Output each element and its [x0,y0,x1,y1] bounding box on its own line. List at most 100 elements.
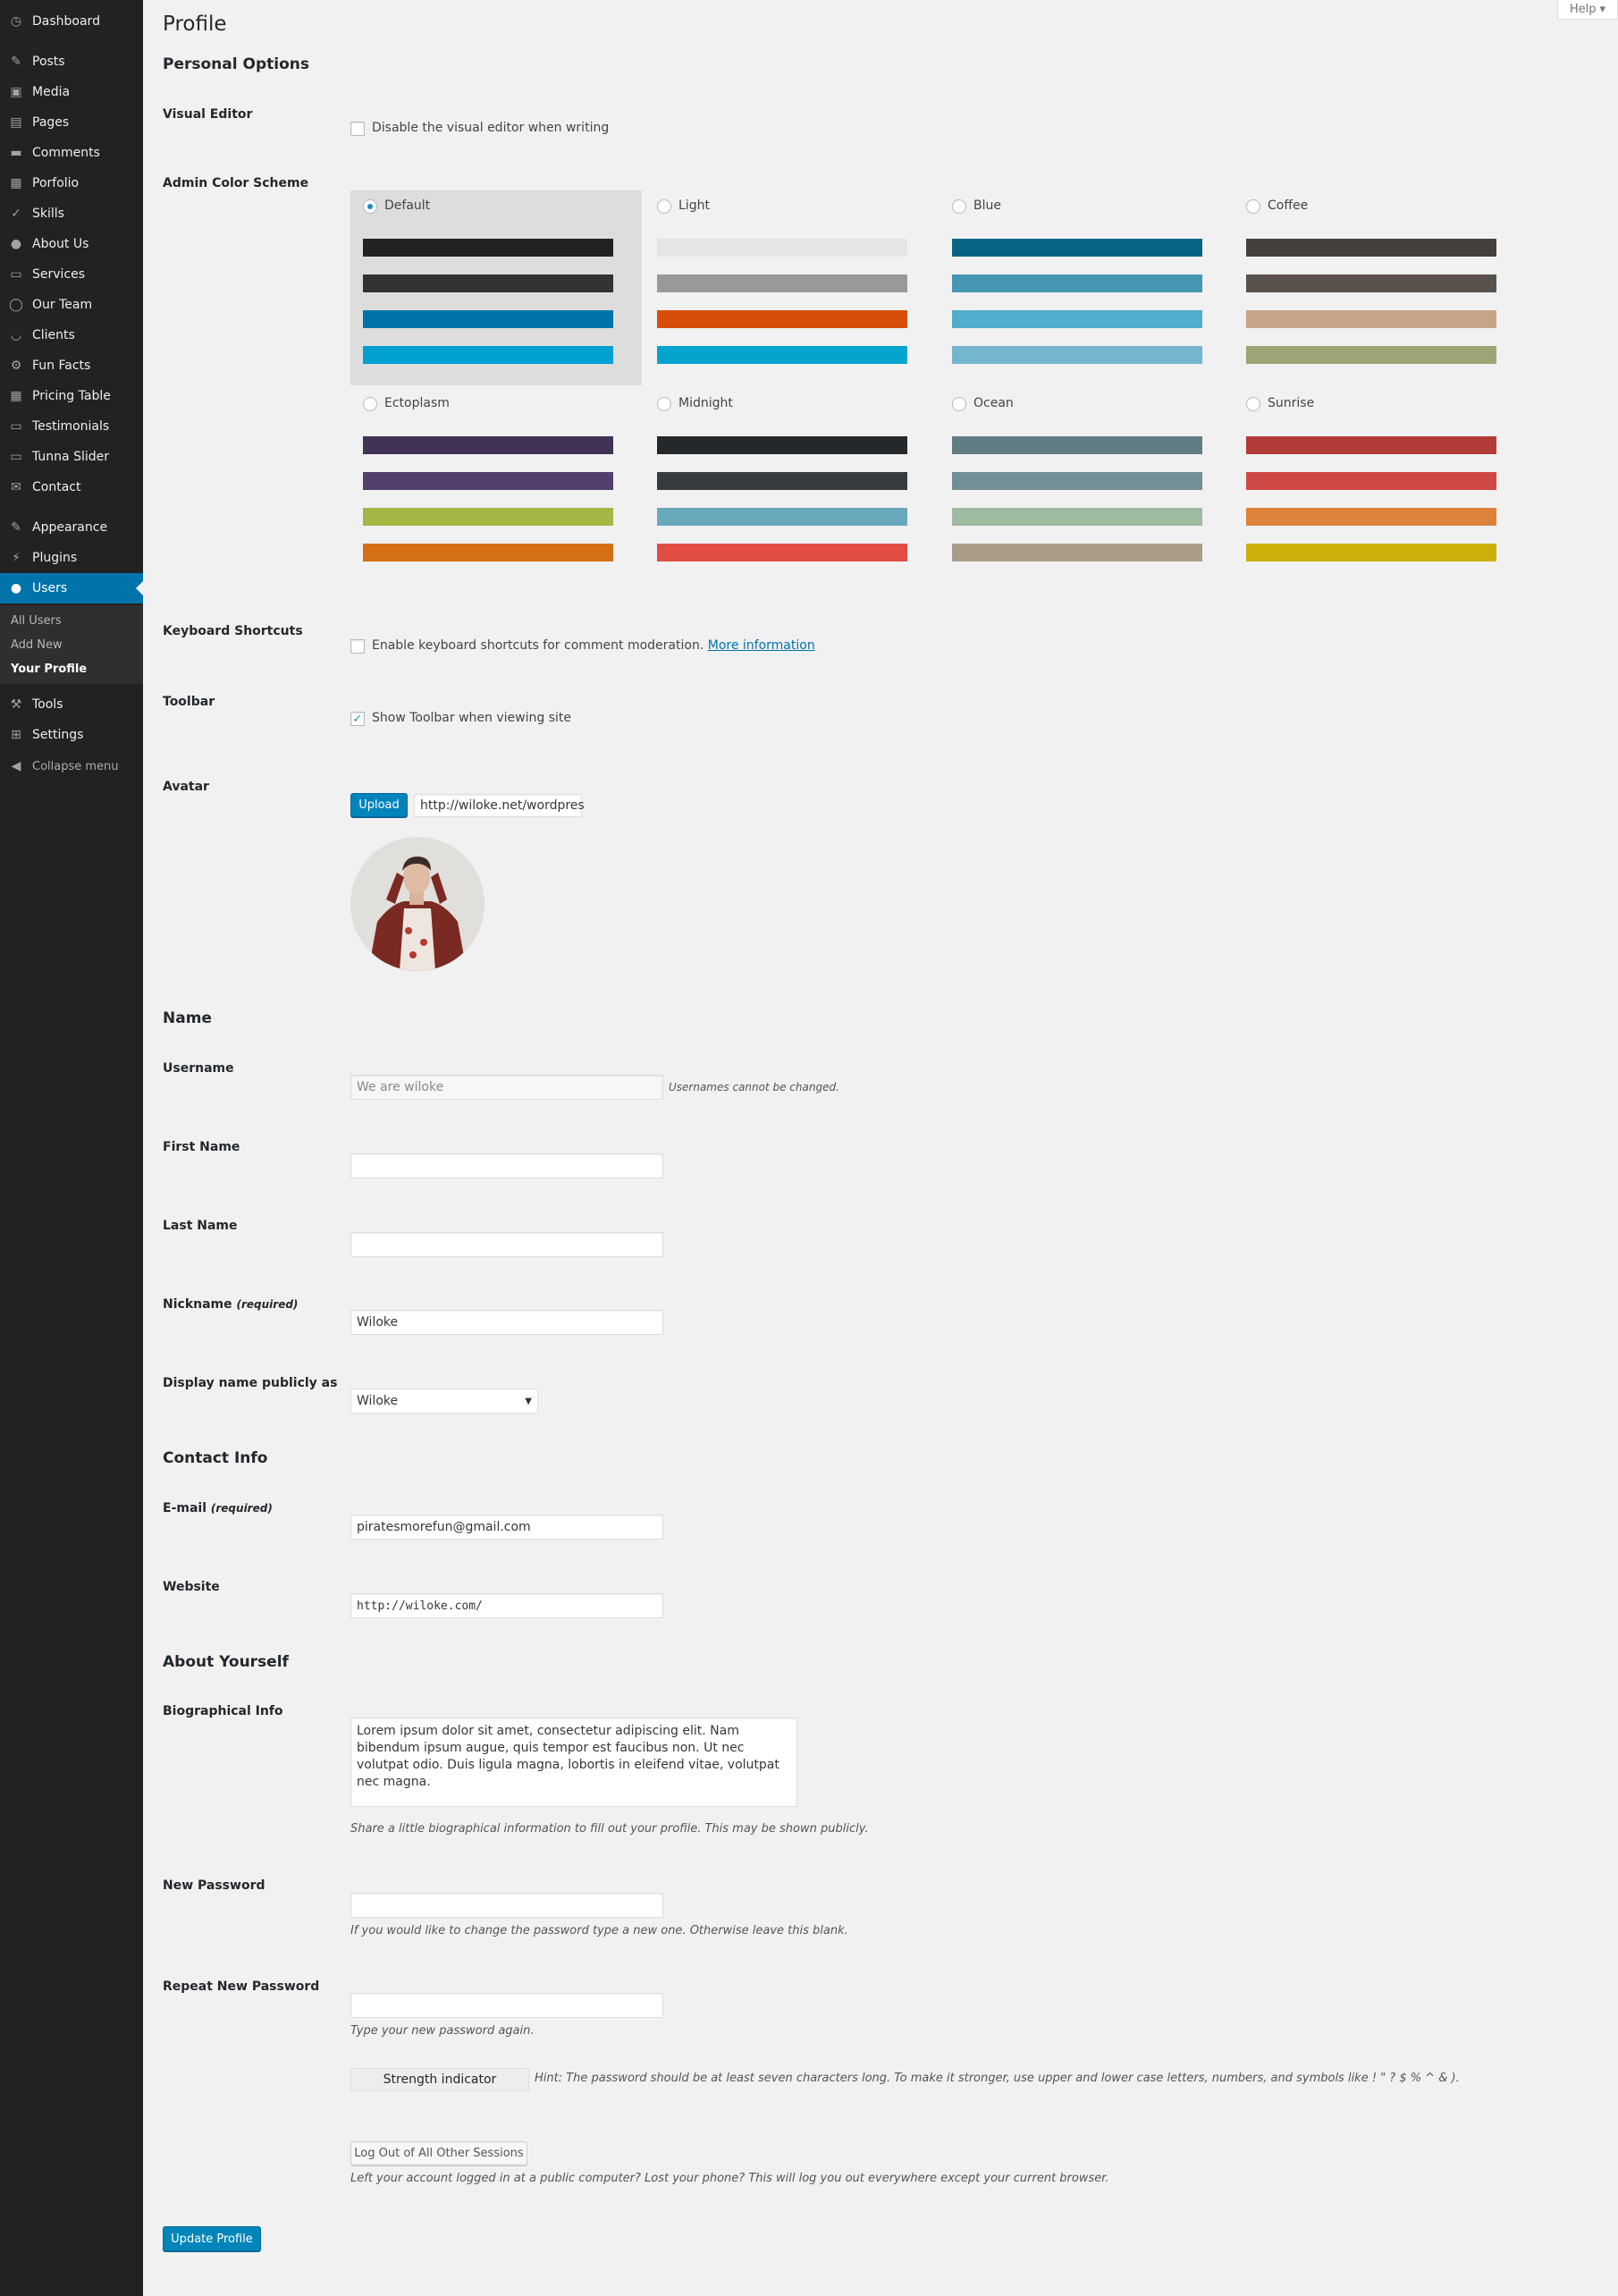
upload-button[interactable]: Upload [350,793,408,817]
color-scheme-option[interactable]: Default [350,190,642,385]
dropdown-arrow-icon: ▼ [525,1396,532,1406]
collapse-menu-label: Collapse menu [32,759,119,773]
nickname-input[interactable]: Wiloke [350,1310,663,1335]
color-swatch [952,472,1202,490]
personal-options-title: Personal Options [163,55,309,73]
color-scheme-name: Midnight [678,396,733,410]
submenu-item-all-users[interactable]: All Users [11,614,62,628]
sidebar-item-tunna-slider[interactable]: ▭ Tunna Slider [0,442,143,472]
chevron-down-icon: ▾ [1599,3,1606,16]
pushpin-icon: ✎ [11,55,21,69]
sidebar-item-pages[interactable]: ▤ Pages [0,107,143,138]
admin-color-scheme-label: Admin Color Scheme [163,176,309,190]
name-section-title: Name [163,1009,212,1027]
sidebar-item-about-us[interactable]: ● About Us [0,229,143,259]
bio-textarea[interactable]: Lorem ipsum dolor sit amet, consectetur … [350,1718,797,1807]
color-scheme-option[interactable]: Coffee [1234,190,1525,385]
color-swatch [952,274,1202,292]
sidebar-item-fun-facts[interactable]: ⚙ Fun Facts [0,350,143,381]
sidebar-item-porfolio[interactable]: ▦ Porfolio [0,168,143,198]
sidebar-item-appearance[interactable]: ✎ Appearance [0,512,143,543]
portfolio-icon: ▦ [10,176,22,190]
update-profile-button[interactable]: Update Profile [163,2226,261,2251]
color-scheme-option[interactable]: Blue [940,190,1231,385]
radio-button[interactable] [657,199,671,214]
strength-hint: Hint: The password should be at least se… [535,2072,1460,2085]
sidebar-item-users[interactable]: ● Users [0,573,143,604]
color-swatch [952,310,1202,328]
first-name-input[interactable] [350,1153,663,1178]
sidebar-item-comments[interactable]: ▬ Comments [0,138,143,168]
pricing-icon: ▦ [10,389,22,403]
color-swatch [1246,472,1496,490]
radio-button[interactable] [952,199,966,214]
color-swatch [363,239,613,257]
color-swatch [1246,346,1496,364]
color-swatch [657,310,907,328]
repeat-password-input[interactable] [350,1993,663,2018]
sidebar-item-dashboard[interactable]: ◷ Dashboard [0,6,143,37]
keyboard-shortcuts-checkbox[interactable] [350,639,365,654]
sidebar-item-services[interactable]: ▭ Services [0,259,143,290]
radio-button[interactable] [657,397,671,411]
submenu-item-add-new[interactable]: Add New [11,638,63,652]
media-icon: ▣ [10,85,22,99]
visual-editor-checkbox-label: Disable the visual editor when writing [372,121,610,135]
radio-button[interactable] [1246,199,1260,214]
toolbar-checkbox[interactable]: ✓ [350,712,365,726]
sidebar-item-tools[interactable]: ⚒ Tools [0,689,143,720]
username-hint: Usernames cannot be changed. [669,1081,839,1093]
wrench-icon: ⚒ [10,697,22,712]
color-scheme-option[interactable]: Sunrise [1234,388,1525,583]
sidebar-item-our-team[interactable]: ◯ Our Team [0,290,143,320]
color-swatch [363,436,613,454]
funfacts-icon: ⚙ [10,359,22,373]
color-scheme-option[interactable]: Ocean [940,388,1231,583]
more-information-link[interactable]: More information [708,638,815,653]
help-tab[interactable]: Help ▾ [1557,0,1618,20]
display-name-select[interactable]: Wiloke ▼ [350,1389,538,1414]
sidebar-item-skills[interactable]: ✓ Skills [0,198,143,229]
sidebar-item-label: Contact [32,480,81,494]
collapse-menu-button[interactable]: ◀ Collapse menu [0,751,143,781]
radio-button[interactable] [363,397,377,411]
checkmark-icon: ✓ [352,712,363,726]
sidebar-item-label: Posts [32,55,65,69]
sidebar-item-plugins[interactable]: ⚡ Plugins [0,543,143,573]
radio-button[interactable] [1246,397,1260,411]
bio-label: Biographical Info [163,1704,283,1718]
color-swatch [363,472,613,490]
sidebar-item-contact[interactable]: ✉ Contact [0,472,143,502]
sidebar-item-settings[interactable]: ⊞ Settings [0,720,143,750]
sidebar-item-posts[interactable]: ✎ Posts [0,46,143,77]
color-scheme-option[interactable]: Midnight [645,388,936,583]
sidebar-item-testimonials[interactable]: ▭ Testimonials [0,411,143,442]
sidebar-item-label: Settings [32,728,84,742]
submenu-item-your-profile[interactable]: Your Profile [11,663,87,676]
radio-button[interactable] [363,199,377,214]
color-scheme-name: Default [384,198,431,213]
color-scheme-option[interactable]: Ectoplasm [350,388,642,583]
avatar-url-input[interactable]: http://wiloke.net/wordpres [414,794,585,817]
sidebar-item-clients[interactable]: ◡ Clients [0,320,143,350]
new-password-hint: If you would like to change the password… [350,1924,848,1937]
website-input[interactable]: http://wiloke.com/ [350,1593,663,1618]
logout-sessions-button[interactable]: Log Out of All Other Sessions [350,2141,527,2165]
new-password-input[interactable] [350,1893,663,1918]
email-input[interactable]: piratesmorefun@gmail.com [350,1515,663,1540]
color-swatch [952,346,1202,364]
sidebar-item-label: Clients [32,328,75,342]
sidebar-item-pricing-table[interactable]: ▦ Pricing Table [0,381,143,411]
username-label: Username [163,1061,234,1076]
sidebar-item-media[interactable]: ▣ Media [0,77,143,107]
users-submenu: All Users Add New Your Profile [0,605,143,684]
visual-editor-checkbox[interactable] [350,122,365,136]
sidebar-item-label: Tunna Slider [32,450,109,464]
radio-button[interactable] [952,397,966,411]
email-label-text: E-mail [163,1501,207,1515]
brush-icon: ✎ [11,520,21,535]
plugin-icon: ⚡ [12,551,21,565]
last-name-input[interactable] [350,1232,663,1257]
toolbar-label: Toolbar [163,695,215,709]
color-scheme-option[interactable]: Light [645,190,936,385]
